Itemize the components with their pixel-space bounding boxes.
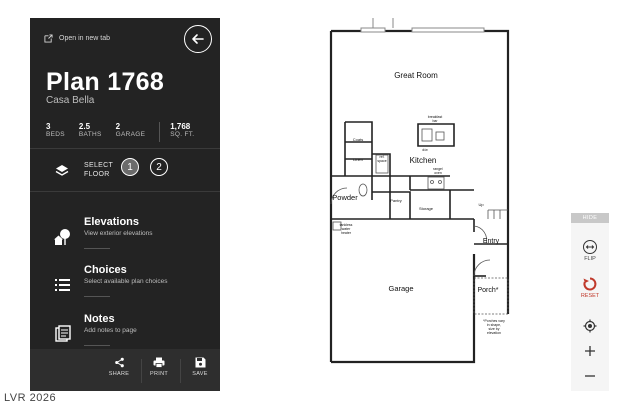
reset-icon xyxy=(583,277,597,291)
share-button[interactable]: SHARE xyxy=(104,357,134,377)
plan-toolbox: HIDE FLIP RESET xyxy=(571,213,609,391)
label-breakfast-bar: bar xyxy=(432,119,438,123)
room-great-room: Great Room xyxy=(394,71,438,80)
notes-icon xyxy=(55,325,71,342)
select-floor-label: SELECT FLOOR xyxy=(84,161,113,179)
watermark: LVR 2026 xyxy=(4,392,57,404)
floor-1-button[interactable]: 1 xyxy=(121,158,139,176)
stat-value: 1,768 xyxy=(170,122,191,131)
menu-item-desc: View exterior elevations xyxy=(84,230,153,237)
room-linen: Linen xyxy=(353,157,363,162)
select-floor-line: FLOOR xyxy=(84,171,110,178)
label-stairs-up: Up xyxy=(478,202,484,207)
menu-item-title: Elevations xyxy=(84,216,140,228)
flip-label: FLIP xyxy=(584,256,596,262)
label-dishwasher: d/w xyxy=(422,148,428,152)
save-icon xyxy=(195,357,205,368)
plan-panel: Open in new tab Plan 1768 Casa Bella 3 B… xyxy=(30,18,220,391)
room-coats: Coats xyxy=(353,137,363,142)
stat-value: 2 xyxy=(115,122,121,131)
divider xyxy=(30,191,220,192)
action-bar: SHARE PRINT SAVE xyxy=(30,349,220,391)
stat-sqft: 1,768 SQ. FT. xyxy=(170,122,194,142)
share-icon xyxy=(114,357,124,368)
room-powder: Powder xyxy=(332,193,358,202)
reset-button[interactable]: RESET xyxy=(571,276,609,299)
menu-item-choices[interactable]: Choices Select available plan choices xyxy=(30,264,220,304)
stat-label: GARAGE xyxy=(115,131,146,138)
room-kitchen: Kitchen xyxy=(410,156,437,165)
stat-beds: 3 BEDS xyxy=(46,122,65,142)
action-divider xyxy=(141,359,142,383)
menu-item-desc: Add notes to page xyxy=(84,327,137,334)
stat-baths: 2.5 BATHS xyxy=(79,122,102,142)
print-icon xyxy=(153,357,165,368)
open-in-new-tab-link[interactable]: Open in new tab xyxy=(44,34,110,43)
room-garage: Garage xyxy=(388,284,413,293)
room-porch: Porch* xyxy=(477,287,498,294)
stat-garage: 2 GARAGE xyxy=(116,122,146,142)
menu-item-underline xyxy=(84,345,110,346)
arrow-left-icon xyxy=(192,34,204,44)
recenter-button[interactable] xyxy=(571,319,609,334)
stat-label: BEDS xyxy=(46,131,65,138)
print-label: PRINT xyxy=(150,371,168,377)
external-link-icon xyxy=(44,34,53,43)
stat-value: 2.5 xyxy=(78,122,91,131)
label-range-oven: oven xyxy=(434,171,442,175)
zoom-out-button[interactable] xyxy=(571,370,609,383)
house-tree-icon xyxy=(54,229,70,245)
flip-button[interactable]: FLIP xyxy=(571,239,609,262)
plus-icon xyxy=(585,346,595,356)
open-in-new-tab-label: Open in new tab xyxy=(59,35,110,42)
menu-item-underline xyxy=(84,248,110,249)
reset-label: RESET xyxy=(580,293,600,299)
menu-item-notes[interactable]: Notes Add notes to page xyxy=(30,313,220,353)
action-divider xyxy=(180,359,181,383)
stat-value: 3 xyxy=(46,122,51,131)
print-button[interactable]: PRINT xyxy=(144,357,174,377)
room-pantry: Pantry xyxy=(390,198,402,203)
plan-community: Casa Bella xyxy=(46,95,95,106)
zoom-in-button[interactable] xyxy=(571,345,609,358)
floor-selector: SELECT FLOOR 1 2 xyxy=(30,158,220,192)
menu-item-title: Notes xyxy=(84,313,115,325)
stat-label: SQ. FT. xyxy=(170,131,195,138)
label-ref-space: space xyxy=(377,159,386,163)
label-water-heater: heater xyxy=(341,231,352,235)
menu-item-underline xyxy=(84,296,110,297)
save-label: SAVE xyxy=(192,371,208,377)
divider xyxy=(30,148,220,149)
stat-label: BATHS xyxy=(78,131,102,138)
crosshair-icon xyxy=(583,319,597,333)
menu-item-title: Choices xyxy=(84,264,127,276)
plan-title: Plan 1768 xyxy=(46,68,165,96)
room-entry: Entry xyxy=(483,238,500,245)
floor-2-button[interactable]: 2 xyxy=(150,158,168,176)
save-button[interactable]: SAVE xyxy=(185,357,215,377)
list-icon xyxy=(55,279,70,291)
layers-icon xyxy=(55,165,69,176)
stat-divider xyxy=(159,122,161,142)
menu-item-elevations[interactable]: Elevations View exterior elevations xyxy=(30,216,220,256)
select-floor-line: SELECT xyxy=(84,162,114,169)
room-storage: Storage xyxy=(419,206,434,211)
hide-toolbox-button[interactable]: HIDE xyxy=(571,213,609,223)
back-button[interactable] xyxy=(184,25,212,53)
label-porch-note: elevation xyxy=(487,331,501,335)
floor-plan: Great Room Kitchen breakfast bar Coats L… xyxy=(329,18,510,364)
plan-stats: 3 BEDS 2.5 BATHS 2 GARAGE 1,768 SQ. FT. xyxy=(46,122,208,142)
menu-item-desc: Select available plan choices xyxy=(84,278,168,285)
share-label: SHARE xyxy=(108,371,130,377)
flip-icon xyxy=(583,240,597,254)
minus-icon xyxy=(585,375,595,377)
